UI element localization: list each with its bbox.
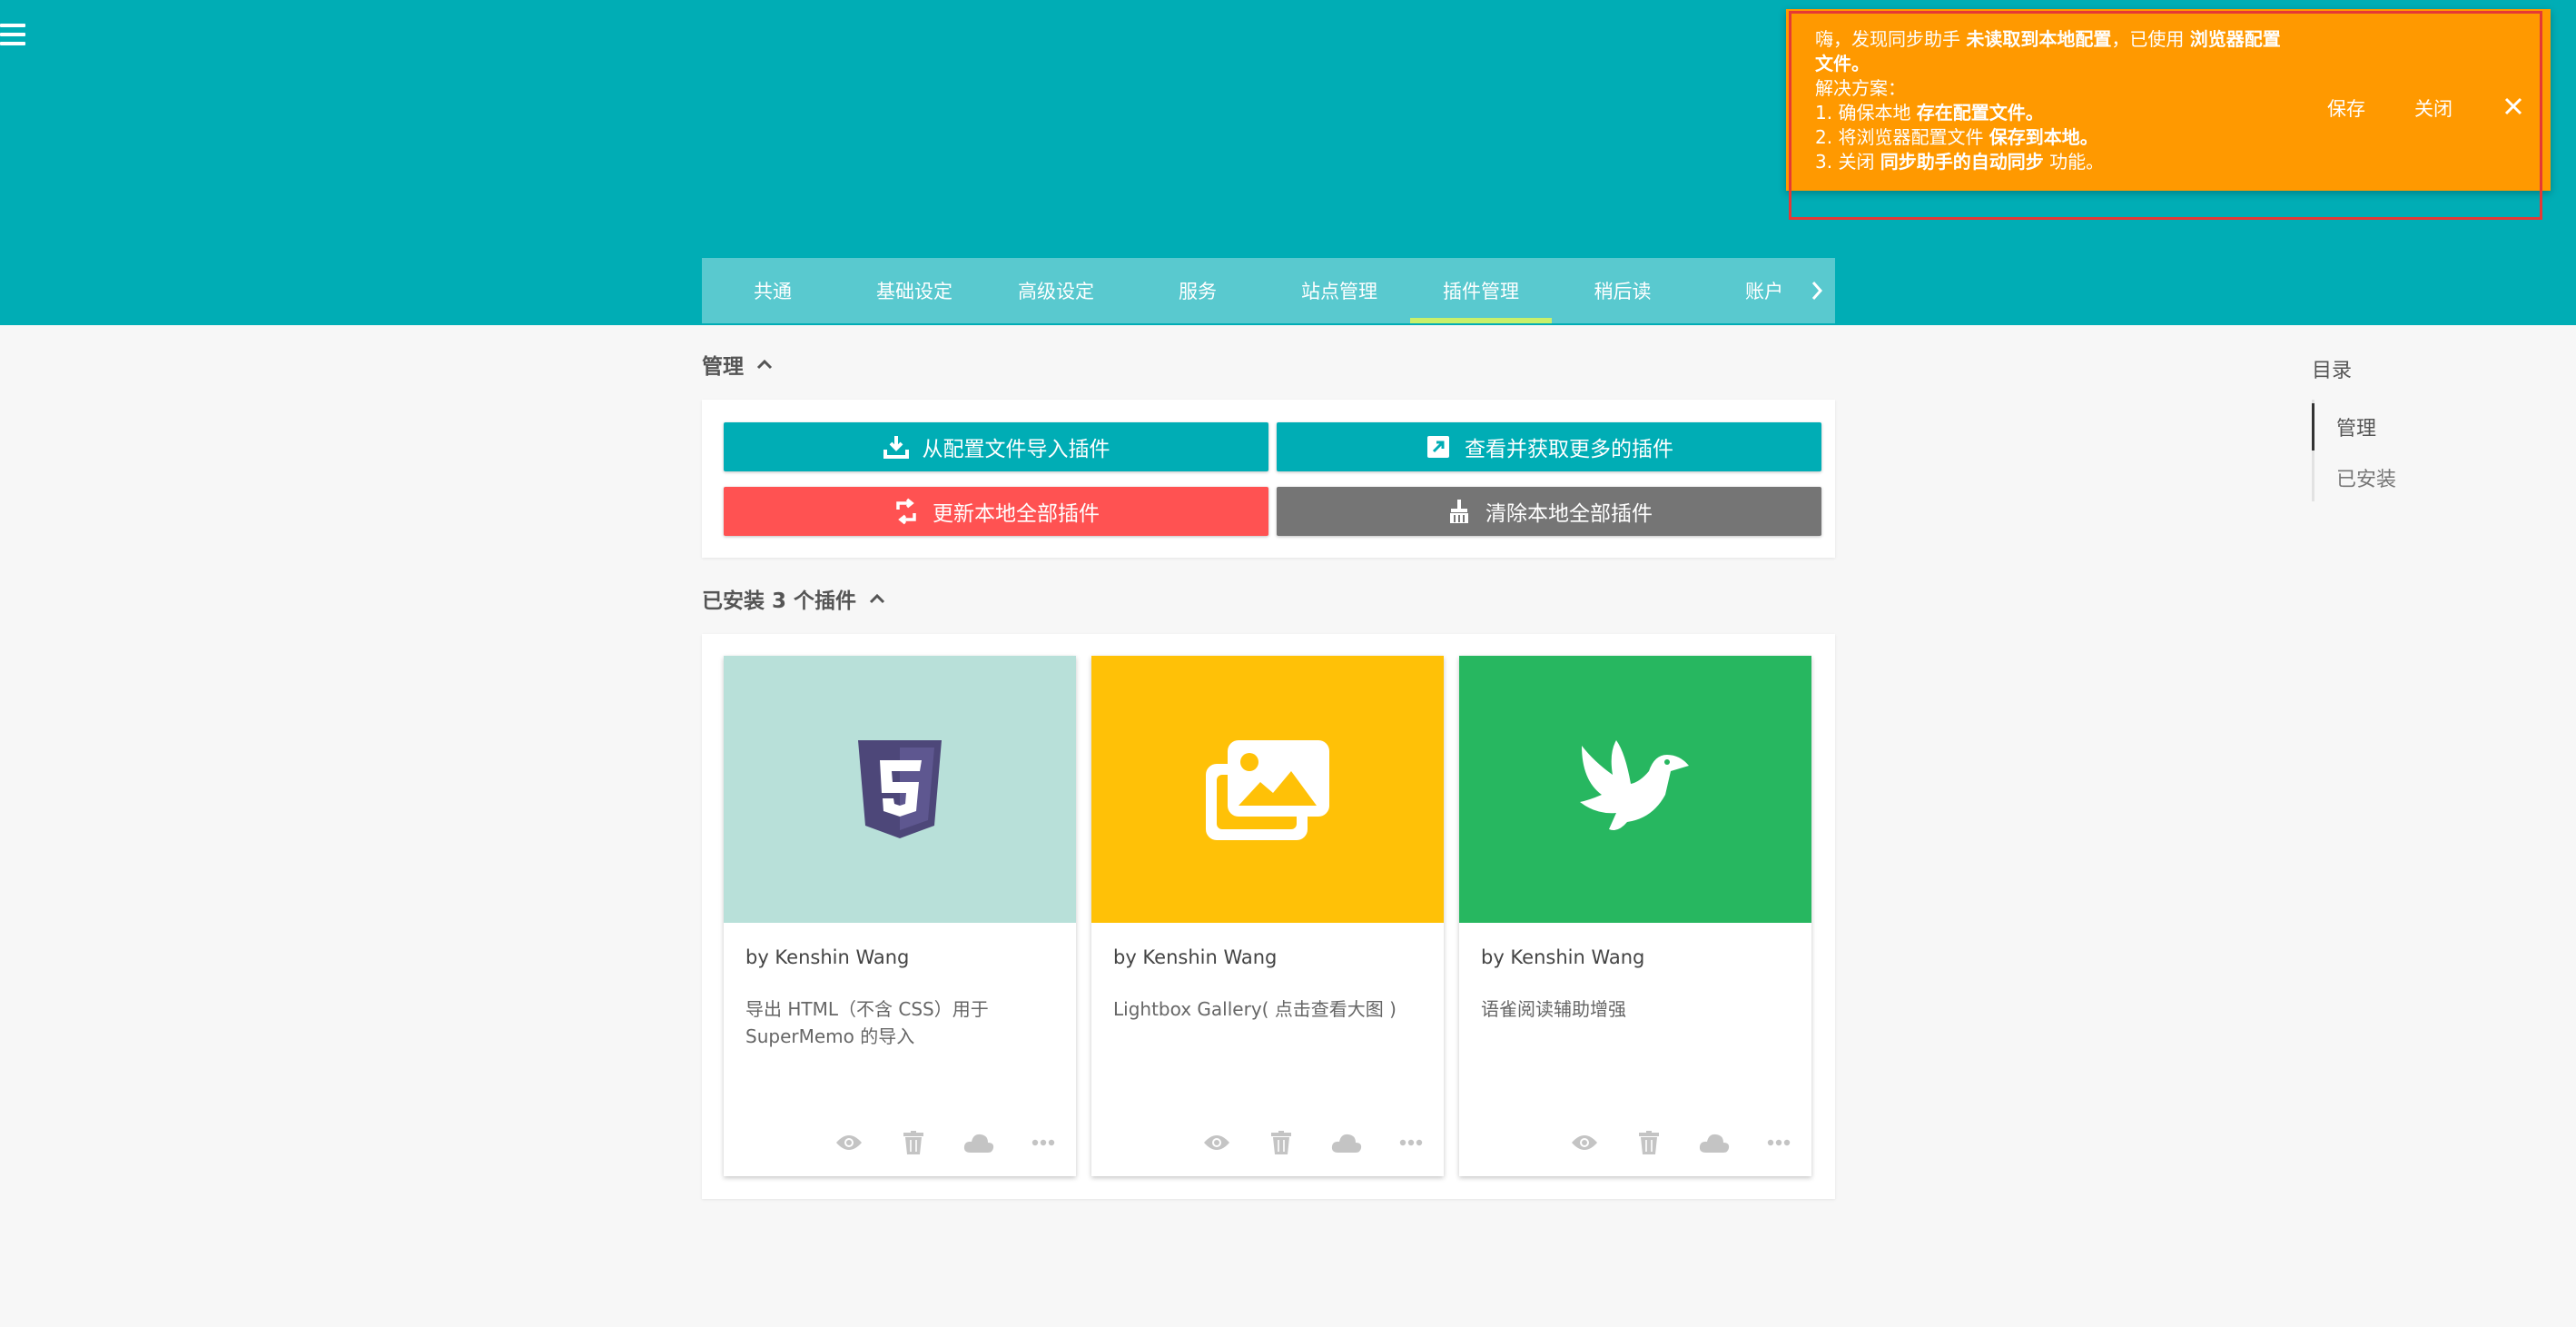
chevron-right-icon[interactable] — [1799, 258, 1835, 323]
tab-read-later[interactable]: 稍后读 — [1552, 258, 1693, 323]
chevron-up-icon — [756, 359, 773, 370]
toc-active-indicator — [2312, 403, 2314, 451]
plugin-author: by Kenshin Wang — [1113, 946, 1278, 968]
plugin-description: Lightbox Gallery( 点击查看大图 ) — [1113, 998, 1397, 1020]
trash-icon[interactable] — [1633, 1128, 1665, 1157]
highlight-outline — [1789, 11, 2542, 220]
manage-section-title[interactable]: 管理 — [702, 349, 773, 380]
plugin-author: by Kenshin Wang — [745, 946, 910, 968]
toc-item-manage[interactable]: 管理 — [2336, 412, 2376, 441]
external-link-icon — [1427, 436, 1449, 458]
plugin-banner — [1091, 656, 1444, 923]
tab-advanced-settings[interactable]: 高级设定 — [985, 258, 1127, 323]
update-all-plugins-button[interactable]: 更新本地全部插件 — [724, 487, 1268, 536]
cloud-icon[interactable] — [1330, 1128, 1363, 1157]
clear-all-plugins-button[interactable]: 清除本地全部插件 — [1277, 487, 1821, 536]
tab-services[interactable]: 服务 — [1127, 258, 1268, 323]
plugin-actions — [1568, 1128, 1795, 1157]
browse-plugins-button[interactable]: 查看并获取更多的插件 — [1277, 422, 1821, 471]
plugin-author: by Kenshin Wang — [1481, 946, 1645, 968]
html5-icon — [858, 740, 942, 838]
eye-icon[interactable] — [1200, 1128, 1233, 1157]
cloud-icon[interactable] — [962, 1128, 995, 1157]
toc-title: 目录 — [2312, 360, 2353, 382]
more-horizontal-icon[interactable] — [1395, 1128, 1427, 1157]
manage-panel: 从配置文件导入插件 查看并获取更多的插件 更新本地全部插件 清除本地全部插件 — [702, 400, 1835, 558]
hamburger-menu-icon[interactable] — [0, 24, 25, 45]
refresh-icon — [896, 498, 916, 525]
installed-section-title[interactable]: 已安装 3 个插件 — [702, 583, 885, 614]
plugin-banner — [724, 656, 1076, 923]
plugin-actions — [1200, 1128, 1427, 1157]
cloud-icon[interactable] — [1698, 1128, 1731, 1157]
plugin-actions — [833, 1128, 1060, 1157]
plugin-banner — [1459, 656, 1811, 923]
plugin-card[interactable]: by Kenshin Wang Lightbox Gallery( 点击查看大图… — [1091, 656, 1444, 1176]
tab-bar: 共通 基础设定 高级设定 服务 站点管理 插件管理 稍后读 账户 — [702, 258, 1835, 323]
eye-icon[interactable] — [833, 1128, 865, 1157]
trash-icon[interactable] — [1265, 1128, 1298, 1157]
tab-common[interactable]: 共通 — [702, 258, 844, 323]
plugin-card[interactable]: by Kenshin Wang 语雀阅读辅助增强 — [1459, 656, 1811, 1176]
toc-list: 管理 已安装 — [2312, 400, 2423, 501]
images-icon — [1206, 740, 1329, 840]
toc-item-installed[interactable]: 已安装 — [2336, 463, 2396, 492]
more-horizontal-icon[interactable] — [1027, 1128, 1060, 1157]
tab-basic-settings[interactable]: 基础设定 — [844, 258, 985, 323]
chevron-up-icon — [869, 593, 885, 604]
tab-site-management[interactable]: 站点管理 — [1268, 258, 1410, 323]
plugin-card[interactable]: by Kenshin Wang 导出 HTML（不含 CSS）用于 SuperM… — [724, 656, 1076, 1176]
plugin-description: 语雀阅读辅助增强 — [1481, 998, 1626, 1020]
broom-icon — [1450, 500, 1468, 523]
dove-icon — [1580, 740, 1689, 830]
eye-icon[interactable] — [1568, 1128, 1601, 1157]
more-horizontal-icon[interactable] — [1762, 1128, 1795, 1157]
tab-plugin-management[interactable]: 插件管理 — [1410, 258, 1552, 323]
download-icon — [883, 436, 909, 459]
plugin-description: 导出 HTML（不含 CSS）用于 SuperMemo 的导入 — [745, 998, 989, 1047]
trash-icon[interactable] — [897, 1128, 930, 1157]
import-plugins-button[interactable]: 从配置文件导入插件 — [724, 422, 1268, 471]
